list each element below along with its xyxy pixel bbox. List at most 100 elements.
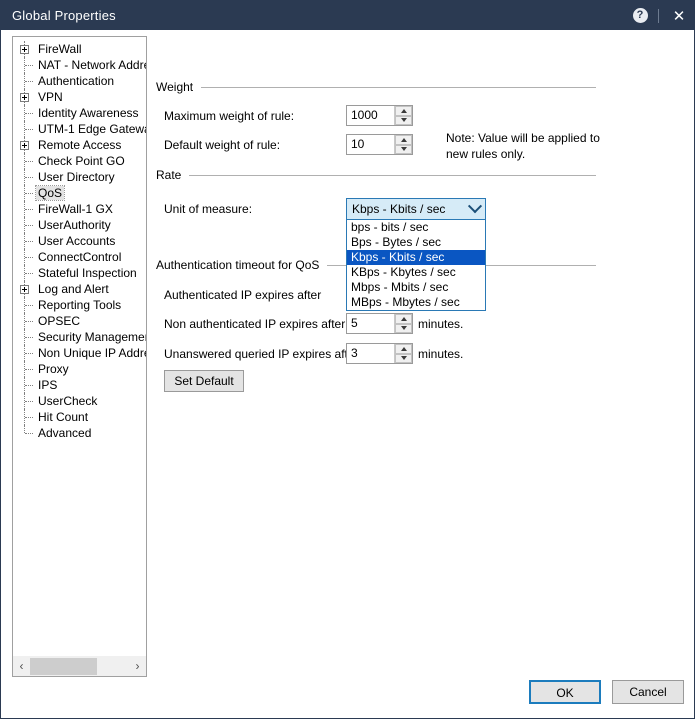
- tree-connector-cell: [19, 201, 36, 217]
- triangle-down-icon: [400, 118, 407, 123]
- maximum-weight-decrement-button[interactable]: [395, 115, 412, 125]
- tree-item-stateful-inspection[interactable]: Stateful Inspection: [13, 265, 146, 281]
- close-button[interactable]: ✕: [664, 1, 694, 30]
- expand-plus-icon[interactable]: [20, 285, 29, 294]
- unanswered-queried-ip-decrement-button[interactable]: [395, 353, 412, 363]
- tree-item-proxy[interactable]: Proxy: [13, 361, 146, 377]
- non-authenticated-ip-stepper[interactable]: 5: [346, 313, 413, 334]
- window-title: Global Properties: [12, 8, 116, 23]
- unanswered-queried-ip-increment-button[interactable]: [395, 344, 412, 354]
- tree-item-authentication[interactable]: Authentication: [13, 73, 146, 89]
- chevron-down-icon[interactable]: [465, 199, 485, 214]
- tree-expander-cell[interactable]: [19, 281, 36, 297]
- tree-item-label: User Accounts: [38, 234, 116, 248]
- tree-item-remote-access[interactable]: Remote Access: [13, 137, 146, 153]
- tree-item-label: VPN: [38, 90, 63, 104]
- tree-item-advanced[interactable]: Advanced: [13, 425, 146, 441]
- maximum-weight-value[interactable]: 1000: [347, 106, 394, 125]
- scrollbar-thumb[interactable]: [30, 657, 98, 675]
- tree-item-hit-count[interactable]: Hit Count: [13, 409, 146, 425]
- triangle-up-icon: [400, 316, 407, 321]
- triangle-down-icon: [400, 356, 407, 361]
- tree-item-non-unique-ip-address[interactable]: Non Unique IP Address: [13, 345, 146, 361]
- non-authenticated-ip-decrement-button[interactable]: [395, 323, 412, 333]
- default-weight-stepper[interactable]: 10: [346, 134, 413, 155]
- non-authenticated-ip-value[interactable]: 5: [347, 314, 394, 333]
- tree-item-ips[interactable]: IPS: [13, 377, 146, 393]
- default-weight-decrement-button[interactable]: [395, 144, 412, 154]
- triangle-down-icon: [400, 147, 407, 152]
- default-weight-value[interactable]: 10: [347, 135, 394, 154]
- expand-plus-icon[interactable]: [20, 141, 29, 150]
- tree-item-label: Reporting Tools: [38, 298, 122, 312]
- maximum-weight-stepper[interactable]: 1000: [346, 105, 413, 126]
- tree-connector-cell: [19, 169, 36, 185]
- tree-expander-cell[interactable]: [19, 137, 36, 153]
- group-title-rate: Rate: [156, 168, 182, 182]
- dropdown-option[interactable]: Mbps - Mbits / sec: [347, 280, 485, 295]
- tree-expander-cell[interactable]: [19, 41, 36, 57]
- dropdown-option[interactable]: MBps - Mbytes / sec: [347, 295, 485, 310]
- label-maximum-weight: Maximum weight of rule:: [164, 109, 295, 123]
- scrollbar-track[interactable]: [30, 657, 129, 676]
- non-authenticated-ip-increment-button[interactable]: [395, 314, 412, 324]
- tree-item-label: IPS: [38, 378, 58, 392]
- titlebar-divider: [658, 8, 659, 23]
- tree-item-qos[interactable]: QoS: [13, 185, 146, 201]
- tree-connector-cell: [19, 57, 36, 73]
- label-unit-of-measure: Unit of measure:: [164, 202, 253, 216]
- tree-item-opsec[interactable]: OPSEC: [13, 313, 146, 329]
- tree-item-userauthority[interactable]: UserAuthority: [13, 217, 146, 233]
- unanswered-queried-ip-stepper[interactable]: 3: [346, 343, 413, 364]
- maximum-weight-increment-button[interactable]: [395, 106, 412, 116]
- tree-item-user-directory[interactable]: User Directory: [13, 169, 146, 185]
- dropdown-option[interactable]: Bps - Bytes / sec: [347, 235, 485, 250]
- unanswered-queried-ip-stepper-buttons: [394, 344, 412, 363]
- close-icon: ✕: [672, 7, 686, 25]
- expand-plus-icon[interactable]: [20, 93, 29, 102]
- default-weight-increment-button[interactable]: [395, 135, 412, 145]
- tree-item-vpn[interactable]: VPN: [13, 89, 146, 105]
- tree-item-identity-awareness[interactable]: Identity Awareness: [13, 105, 146, 121]
- unanswered-queried-ip-suffix: minutes.: [418, 347, 464, 361]
- scroll-right-button[interactable]: ›: [129, 657, 146, 676]
- tree-connector-cell: [19, 393, 36, 409]
- dropdown-option[interactable]: Kbps - Kbits / sec: [347, 250, 485, 265]
- tree-connector-cell: [19, 73, 36, 89]
- tree-item-user-accounts[interactable]: User Accounts: [13, 233, 146, 249]
- tree-item-connectcontrol[interactable]: ConnectControl: [13, 249, 146, 265]
- settings-pane: Weight Maximum weight of rule: 1000 Defa…: [156, 36, 686, 677]
- tree-item-label: Log and Alert: [38, 282, 109, 296]
- unit-of-measure-dropdown-list[interactable]: bps - bits / sec Bps - Bytes / sec Kbps - …: [346, 219, 486, 311]
- tree-item-label: QoS: [34, 185, 66, 201]
- dropdown-option[interactable]: KBps - Kbytes / sec: [347, 265, 485, 280]
- tree-item-label: NAT - Network Address: [38, 58, 146, 72]
- tree-item-check-point-go[interactable]: Check Point GO: [13, 153, 146, 169]
- scroll-left-button[interactable]: ‹: [13, 657, 30, 676]
- cancel-button[interactable]: Cancel: [612, 680, 684, 704]
- ok-button[interactable]: OK: [529, 680, 601, 704]
- set-default-button[interactable]: Set Default: [164, 370, 244, 392]
- dropdown-option[interactable]: bps - bits / sec: [347, 220, 485, 235]
- tree-expander-cell[interactable]: [19, 89, 36, 105]
- tree-item-label: Remote Access: [38, 138, 122, 152]
- tree-item-firewall[interactable]: FireWall: [13, 41, 146, 57]
- navigation-tree[interactable]: FireWall NAT - Network Address Authenticat…: [13, 41, 146, 655]
- tree-item-nat-network-address[interactable]: NAT - Network Address: [13, 57, 146, 73]
- tree-item-log-and-alert[interactable]: Log and Alert: [13, 281, 146, 297]
- help-button[interactable]: ?: [627, 1, 653, 30]
- tree-connector-cell: [19, 265, 36, 281]
- unanswered-queried-ip-value[interactable]: 3: [347, 344, 394, 363]
- tree-item-label: FireWall: [38, 42, 82, 56]
- tree-item-reporting-tools[interactable]: Reporting Tools: [13, 297, 146, 313]
- unit-of-measure-combobox[interactable]: Kbps - Kbits / sec: [346, 198, 486, 220]
- tree-connector-cell: [19, 121, 36, 137]
- tree-connector-cell: [19, 361, 36, 377]
- tree-horizontal-scrollbar[interactable]: ‹ ›: [13, 655, 146, 676]
- tree-item-security-management-a[interactable]: Security Management A: [13, 329, 146, 345]
- help-circle-icon: ?: [632, 8, 648, 23]
- tree-item-utm-1-edge-gateway[interactable]: UTM-1 Edge Gateway: [13, 121, 146, 137]
- expand-plus-icon[interactable]: [20, 45, 29, 54]
- tree-item-usercheck[interactable]: UserCheck: [13, 393, 146, 409]
- tree-item-firewall-1-gx[interactable]: FireWall-1 GX: [13, 201, 146, 217]
